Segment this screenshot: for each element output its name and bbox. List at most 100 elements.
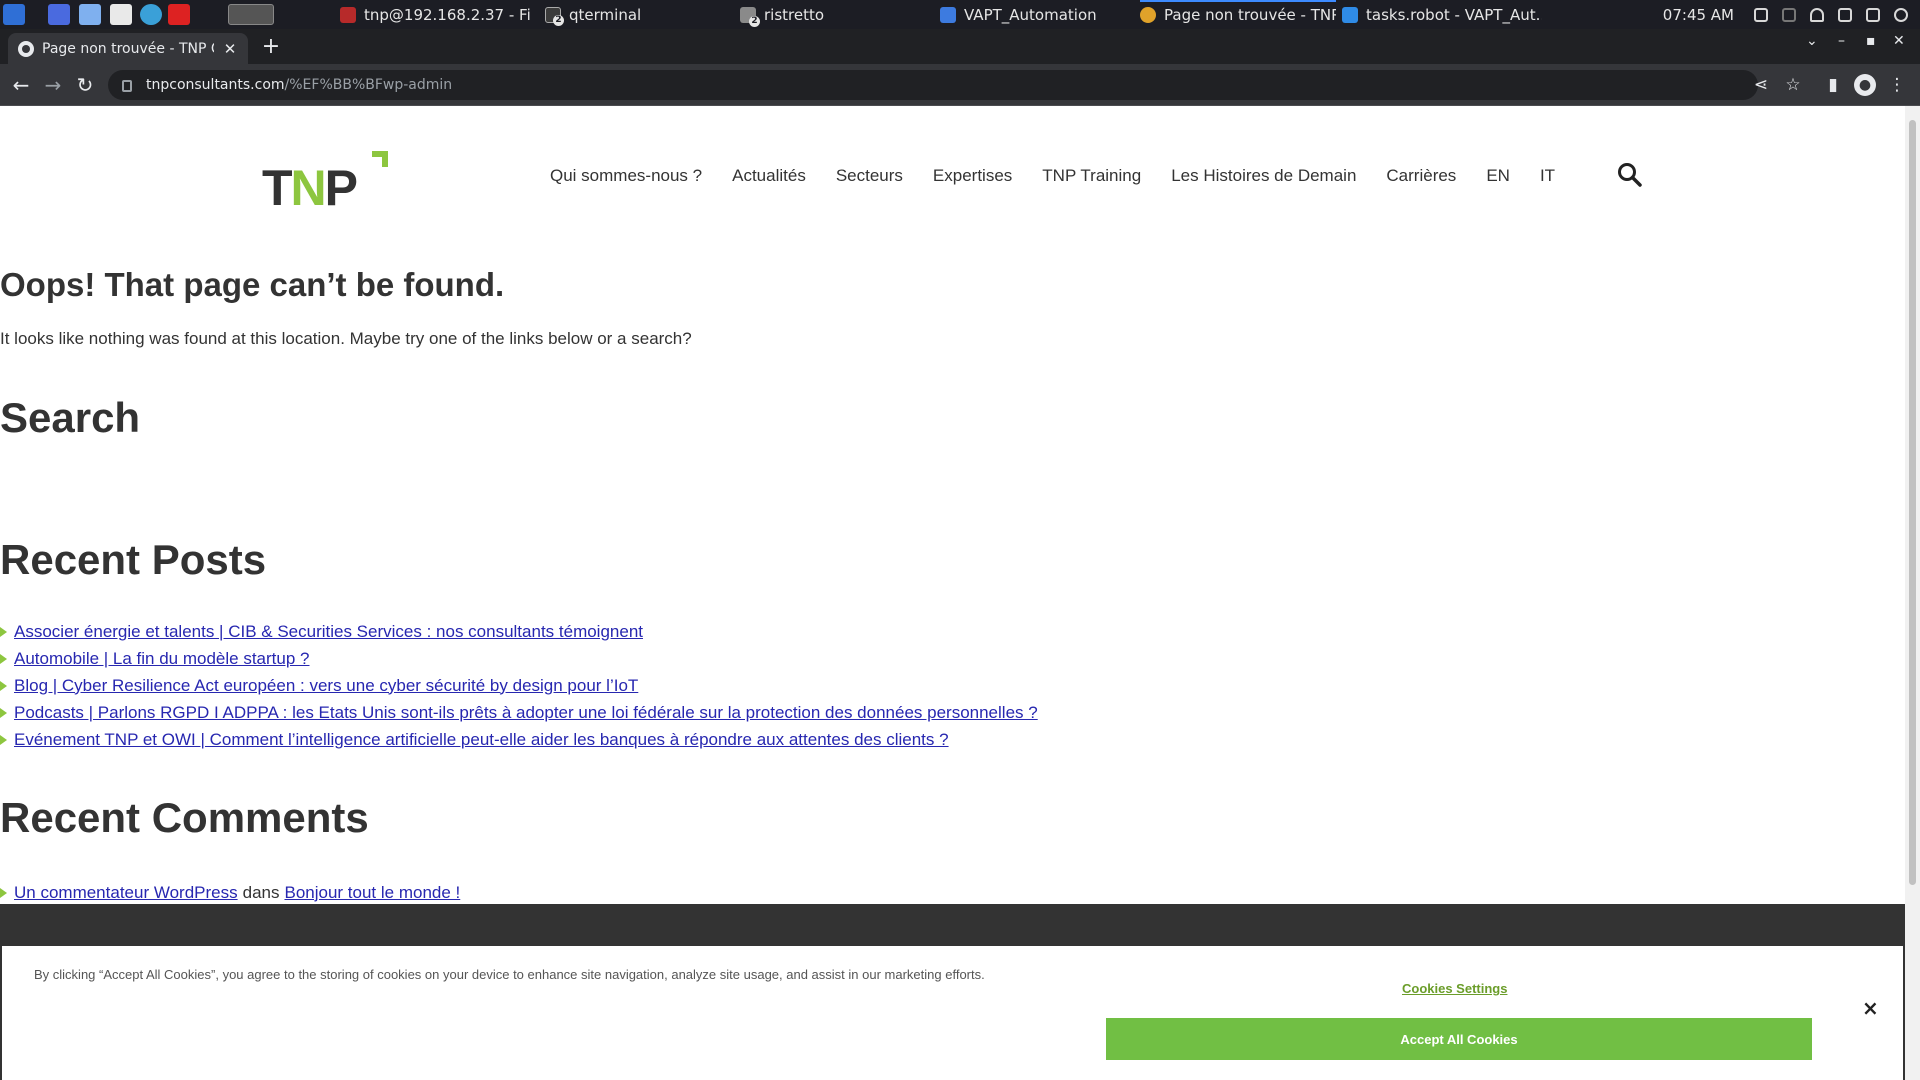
file-manager-icon[interactable] [79, 4, 101, 25]
terminal-icon: 2 [545, 6, 564, 26]
lock-icon[interactable] [122, 80, 132, 92]
logo-accent-icon [372, 151, 388, 167]
page-scrollbar[interactable] [1905, 106, 1920, 1080]
display-icon[interactable] [1754, 7, 1768, 22]
maximize-icon[interactable]: ▪ [1866, 33, 1876, 49]
recent-post-link[interactable]: Podcasts | Parlons RGPD I ADPPA : les Et… [14, 703, 1038, 723]
back-icon[interactable]: ← [8, 72, 34, 98]
profile-avatar-icon[interactable]: ● [1854, 74, 1876, 96]
bookmark-star-icon[interactable]: ☆ [1782, 74, 1804, 96]
nav-item-carrieres[interactable]: Carrières [1386, 166, 1456, 186]
browser-toolbar: ← → ↻ tnpconsultants.com/%EF%BB%BFwp-adm… [0, 64, 1920, 106]
os-taskbar: tnp@192.168.2.37 - File... 2 qterminal 2… [0, 0, 1920, 29]
cookie-banner: By clicking “Accept All Cookies”, you ag… [0, 944, 1905, 1080]
list-item: Podcasts | Parlons RGPD I ADPPA : les Et… [0, 699, 1038, 726]
browser-icon[interactable] [140, 4, 162, 25]
chrome-launcher-icon[interactable] [228, 4, 274, 25]
list-item: Blog | Cyber Resilience Act européen : v… [0, 672, 1038, 699]
bullet-icon [0, 626, 7, 637]
recent-posts-list: Associer énergie et talents | CIB & Secu… [0, 618, 1038, 753]
browser-tab[interactable]: Page non trouvée - TNP C ✕ [8, 33, 248, 64]
recent-posts-heading: Recent Posts [0, 536, 267, 583]
nav-item-expertises[interactable]: Expertises [933, 166, 1012, 186]
window-close-icon[interactable]: ✕ [1893, 33, 1905, 49]
cookie-consent-text: By clicking “Accept All Cookies”, you ag… [34, 967, 985, 982]
nav-item-qui-sommes-nous[interactable]: Qui sommes-nous ? [550, 166, 702, 186]
web-page: TNP Qui sommes-nous ? Actualités Secteur… [0, 106, 1905, 1080]
app-menu-icon[interactable] [3, 4, 25, 25]
recent-post-link[interactable]: Associer énergie et talents | CIB & Secu… [14, 622, 643, 642]
nav-item-histoires-de-demain[interactable]: Les Histoires de Demain [1171, 166, 1356, 186]
side-panel-icon[interactable]: ▮ [1822, 74, 1844, 96]
reload-icon[interactable]: ↻ [72, 72, 98, 98]
app-launcher-icon[interactable] [168, 4, 190, 25]
battery-icon[interactable] [1838, 7, 1852, 22]
new-tab-icon[interactable]: + [258, 34, 284, 60]
task-vapt-folder[interactable]: VAPT_Automation [940, 0, 1120, 29]
bullet-icon [0, 734, 7, 745]
recent-post-link[interactable]: Automobile | La fin du modèle startup ? [14, 649, 309, 669]
nav-item-lang-en[interactable]: EN [1486, 166, 1510, 186]
volume-icon[interactable] [1782, 7, 1796, 22]
share-icon[interactable]: ⋖ [1750, 74, 1772, 96]
minimize-icon[interactable]: – [1838, 33, 1845, 49]
task-chrome[interactable]: Page non trouvée - TNP ... [1140, 0, 1336, 29]
tab-close-icon[interactable]: ✕ [222, 40, 238, 58]
close-icon[interactable]: × [1862, 996, 1879, 1020]
clock[interactable]: 07:45 AM [1663, 6, 1734, 24]
nav-item-tnp-training[interactable]: TNP Training [1042, 166, 1141, 186]
system-tray: 07:45 AM [1663, 0, 1920, 29]
task-qterminal[interactable]: 2 qterminal [545, 0, 695, 29]
forward-icon[interactable]: → [40, 72, 66, 98]
recent-comments-heading: Recent Comments [0, 794, 369, 841]
nav-item-lang-it[interactable]: IT [1540, 166, 1555, 186]
recent-comments-list: Un commentateur WordPress dans Bonjour t… [0, 879, 460, 906]
vscode-icon [1342, 6, 1358, 23]
list-item: Automobile | La fin du modèle startup ? [0, 645, 1038, 672]
desktop-icon[interactable] [48, 4, 70, 25]
not-found-message: It looks like nothing was found at this … [0, 329, 692, 348]
folder-icon [940, 6, 956, 23]
menu-kebab-icon[interactable]: ⋮ [1886, 74, 1908, 96]
tab-search-icon[interactable]: ⌄ [1806, 33, 1818, 49]
task-filezilla[interactable]: tnp@192.168.2.37 - File... [340, 0, 530, 29]
browser-tabstrip: Page non trouvée - TNP C ✕ + ⌄ – ▪ ✕ [0, 29, 1920, 64]
bullet-icon [0, 653, 7, 664]
accept-all-cookies-button[interactable]: Accept All Cookies [1106, 1018, 1812, 1060]
list-item: Un commentateur WordPress dans Bonjour t… [0, 879, 460, 906]
filezilla-icon [340, 6, 356, 23]
url-path: /%EF%BB%BFwp-admin [284, 77, 453, 93]
recent-post-link[interactable]: Blog | Cyber Resilience Act européen : v… [14, 676, 638, 696]
notifications-icon[interactable] [1810, 7, 1824, 22]
address-bar[interactable]: tnpconsultants.com/%EF%BB%BFwp-admin [108, 70, 1758, 100]
url-host: tnpconsultants.com [146, 77, 285, 93]
recent-post-link[interactable]: Evénement TNP et OWI | Comment l’intelli… [14, 730, 949, 750]
bullet-icon [0, 887, 7, 898]
list-item: Evénement TNP et OWI | Comment l’intelli… [0, 726, 1038, 753]
search-icon[interactable] [1617, 162, 1643, 188]
comment-post-link[interactable]: Bonjour tout le monde ! [284, 883, 460, 903]
tab-favicon-icon [18, 40, 34, 57]
lock-icon[interactable] [1866, 7, 1880, 22]
task-ristretto[interactable]: 2 ristretto [740, 0, 890, 29]
bullet-icon [0, 707, 7, 718]
site-logo[interactable]: TNP [262, 151, 392, 216]
search-heading: Search [0, 394, 141, 441]
page-title: Oops! That page can’t be found. [0, 266, 505, 303]
nav-item-secteurs[interactable]: Secteurs [836, 166, 903, 186]
chrome-icon [1140, 6, 1156, 23]
comment-connector: dans [242, 882, 280, 902]
task-vscode[interactable]: tasks.robot - VAPT_Aut... [1342, 0, 1542, 29]
text-editor-icon[interactable] [110, 4, 132, 25]
nav-item-actualites[interactable]: Actualités [732, 166, 806, 186]
logo-text: TNP [262, 160, 358, 216]
logout-icon[interactable] [1894, 7, 1908, 22]
image-viewer-icon: 2 [740, 6, 760, 27]
cookies-settings-button[interactable]: Cookies Settings [1402, 981, 1507, 996]
comment-author-link[interactable]: Un commentateur WordPress [14, 883, 238, 903]
bullet-icon [0, 680, 7, 691]
scrollbar-thumb[interactable] [1909, 120, 1916, 885]
main-navigation: Qui sommes-nous ? Actualités Secteurs Ex… [550, 166, 1555, 186]
tab-title: Page non trouvée - TNP C [42, 40, 214, 57]
list-item: Associer énergie et talents | CIB & Secu… [0, 618, 1038, 645]
